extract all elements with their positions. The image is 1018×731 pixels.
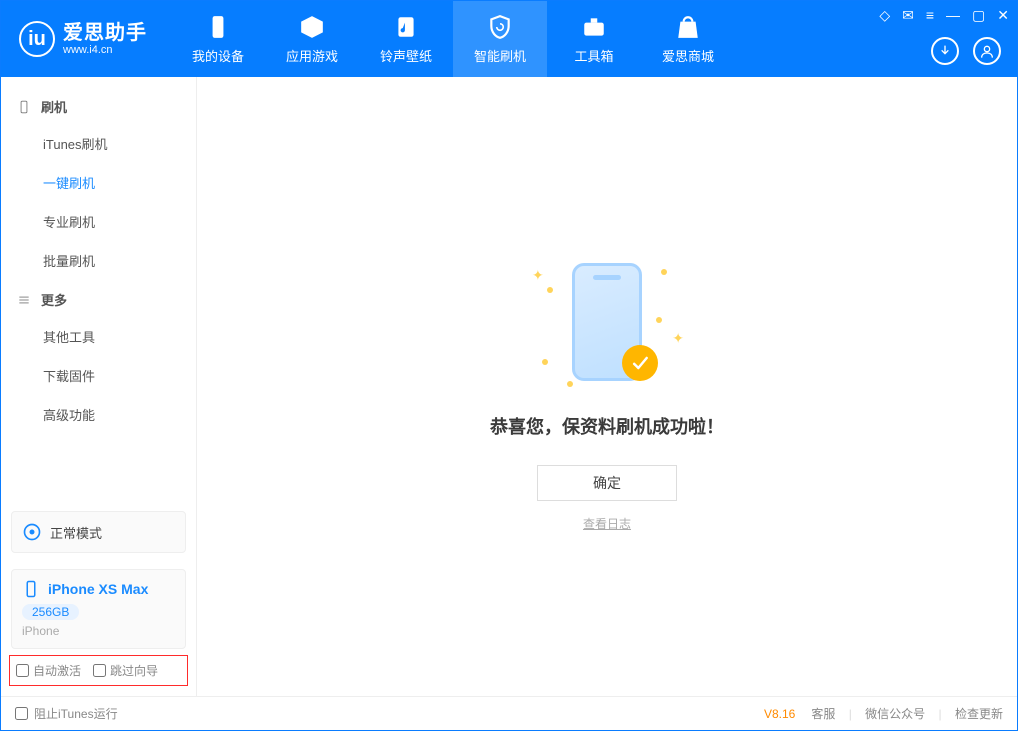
section-title: 刷机 [41, 97, 67, 116]
sidebar-item-itunes-flash[interactable]: iTunes刷机 [1, 124, 196, 163]
close-button[interactable]: ✕ [997, 7, 1009, 24]
nav-my-device[interactable]: 我的设备 [171, 1, 265, 77]
success-hero: ✦ ✦ 恭喜您，保资料刷机成功啦！ 确定 查看日志 [490, 257, 724, 532]
sidebar-item-other-tools[interactable]: 其他工具 [1, 317, 196, 356]
feedback-icon[interactable]: ✉ [902, 7, 914, 24]
minimize-button[interactable]: — [946, 7, 960, 24]
user-account-button[interactable] [973, 37, 1001, 65]
logo: iu 爱思助手 www.i4.cn [1, 21, 171, 57]
user-controls [931, 37, 1001, 65]
device-type: iPhone [22, 624, 175, 638]
skip-guide-input[interactable] [93, 664, 106, 677]
block-itunes-label: 阻止iTunes运行 [34, 705, 118, 722]
shopping-bag-icon [675, 14, 701, 40]
block-itunes-input[interactable] [15, 707, 28, 720]
auto-activate-checkbox[interactable]: 自动激活 [16, 662, 81, 679]
sidebar-section-more: 更多 [1, 280, 196, 317]
block-itunes-checkbox[interactable]: 阻止iTunes运行 [15, 705, 118, 722]
skip-guide-label: 跳过向导 [110, 662, 158, 679]
nav-label: 爱思商城 [662, 46, 714, 65]
main-content: ✦ ✦ 恭喜您，保资料刷机成功啦！ 确定 查看日志 [197, 77, 1017, 696]
device-name-label: iPhone XS Max [48, 581, 148, 597]
check-badge-icon [622, 345, 658, 381]
mode-block[interactable]: 正常模式 [11, 511, 186, 553]
nav-label: 我的设备 [192, 46, 244, 65]
flash-options-highlight-box: 自动激活 跳过向导 [9, 655, 188, 686]
nav-ringtones-wallpapers[interactable]: 铃声壁纸 [359, 1, 453, 77]
nav-toolbox[interactable]: 工具箱 [547, 1, 641, 77]
nav-label: 应用游戏 [286, 46, 338, 65]
cube-icon [299, 14, 325, 40]
music-note-icon [393, 14, 419, 40]
section-title: 更多 [41, 290, 67, 309]
logo-title-cn: 爱思助手 [63, 23, 147, 43]
auto-activate-input[interactable] [16, 664, 29, 677]
nav-label: 智能刷机 [474, 46, 526, 65]
device-small-icon [17, 100, 31, 114]
user-icon [979, 43, 995, 59]
phone-icon [205, 14, 231, 40]
status-bar: 阻止iTunes运行 V8.16 客服 | 微信公众号 | 检查更新 [1, 696, 1017, 730]
sidebar-item-one-click-flash[interactable]: 一键刷机 [1, 163, 196, 202]
nav-smart-flash[interactable]: 智能刷机 [453, 1, 547, 77]
download-button[interactable] [931, 37, 959, 65]
sparkle-icon: ✦ [672, 330, 684, 347]
toolbox-icon [581, 14, 607, 40]
download-arrow-icon [937, 43, 953, 59]
nav-apps-games[interactable]: 应用游戏 [265, 1, 359, 77]
sidebar-item-batch-flash[interactable]: 批量刷机 [1, 241, 196, 280]
nav-store[interactable]: 爱思商城 [641, 1, 735, 77]
view-log-link[interactable]: 查看日志 [583, 515, 631, 532]
sidebar-item-advanced[interactable]: 高级功能 [1, 395, 196, 434]
footer-link-check-update[interactable]: 检查更新 [955, 707, 1003, 721]
logo-title-en: www.i4.cn [63, 45, 147, 56]
sidebar-item-pro-flash[interactable]: 专业刷机 [1, 202, 196, 241]
mode-label: 正常模式 [50, 523, 102, 542]
version-label: V8.16 [764, 707, 795, 721]
device-block[interactable]: iPhone XS Max 256GB iPhone [11, 569, 186, 649]
sidebar-item-download-firmware[interactable]: 下载固件 [1, 356, 196, 395]
sidebar-section-flash: 刷机 [1, 87, 196, 124]
shield-refresh-icon [487, 14, 513, 40]
logo-badge: iu [19, 21, 55, 57]
mode-icon [22, 522, 42, 542]
maximize-button[interactable]: ▢ [972, 7, 985, 24]
menu-icon[interactable]: ≡ [926, 7, 934, 24]
phone-illustration: ✦ ✦ [542, 257, 672, 387]
nav-label: 工具箱 [574, 46, 613, 65]
window-controls: ◇ ✉ ≡ — ▢ ✕ [879, 7, 1009, 24]
top-nav: 我的设备 应用游戏 铃声壁纸 智能刷机 工具箱 爱思商城 [171, 1, 735, 77]
footer-link-support[interactable]: 客服 [811, 707, 835, 721]
ok-button[interactable]: 确定 [537, 465, 677, 501]
sparkle-icon: ✦ [532, 267, 544, 284]
titlebar: iu 爱思助手 www.i4.cn 我的设备 应用游戏 铃声壁纸 智能刷机 [1, 1, 1017, 77]
device-capacity: 256GB [22, 604, 79, 620]
sidebar: 刷机 iTunes刷机 一键刷机 专业刷机 批量刷机 更多 其他工具 下载固件 … [1, 77, 197, 696]
list-icon [17, 293, 31, 307]
nav-label: 铃声壁纸 [380, 46, 432, 65]
auto-activate-label: 自动激活 [33, 662, 81, 679]
skin-icon[interactable]: ◇ [879, 7, 890, 24]
skip-guide-checkbox[interactable]: 跳过向导 [93, 662, 158, 679]
footer-link-wechat[interactable]: 微信公众号 [865, 707, 925, 721]
success-message: 恭喜您，保资料刷机成功啦！ [490, 413, 724, 439]
device-icon [22, 580, 40, 598]
